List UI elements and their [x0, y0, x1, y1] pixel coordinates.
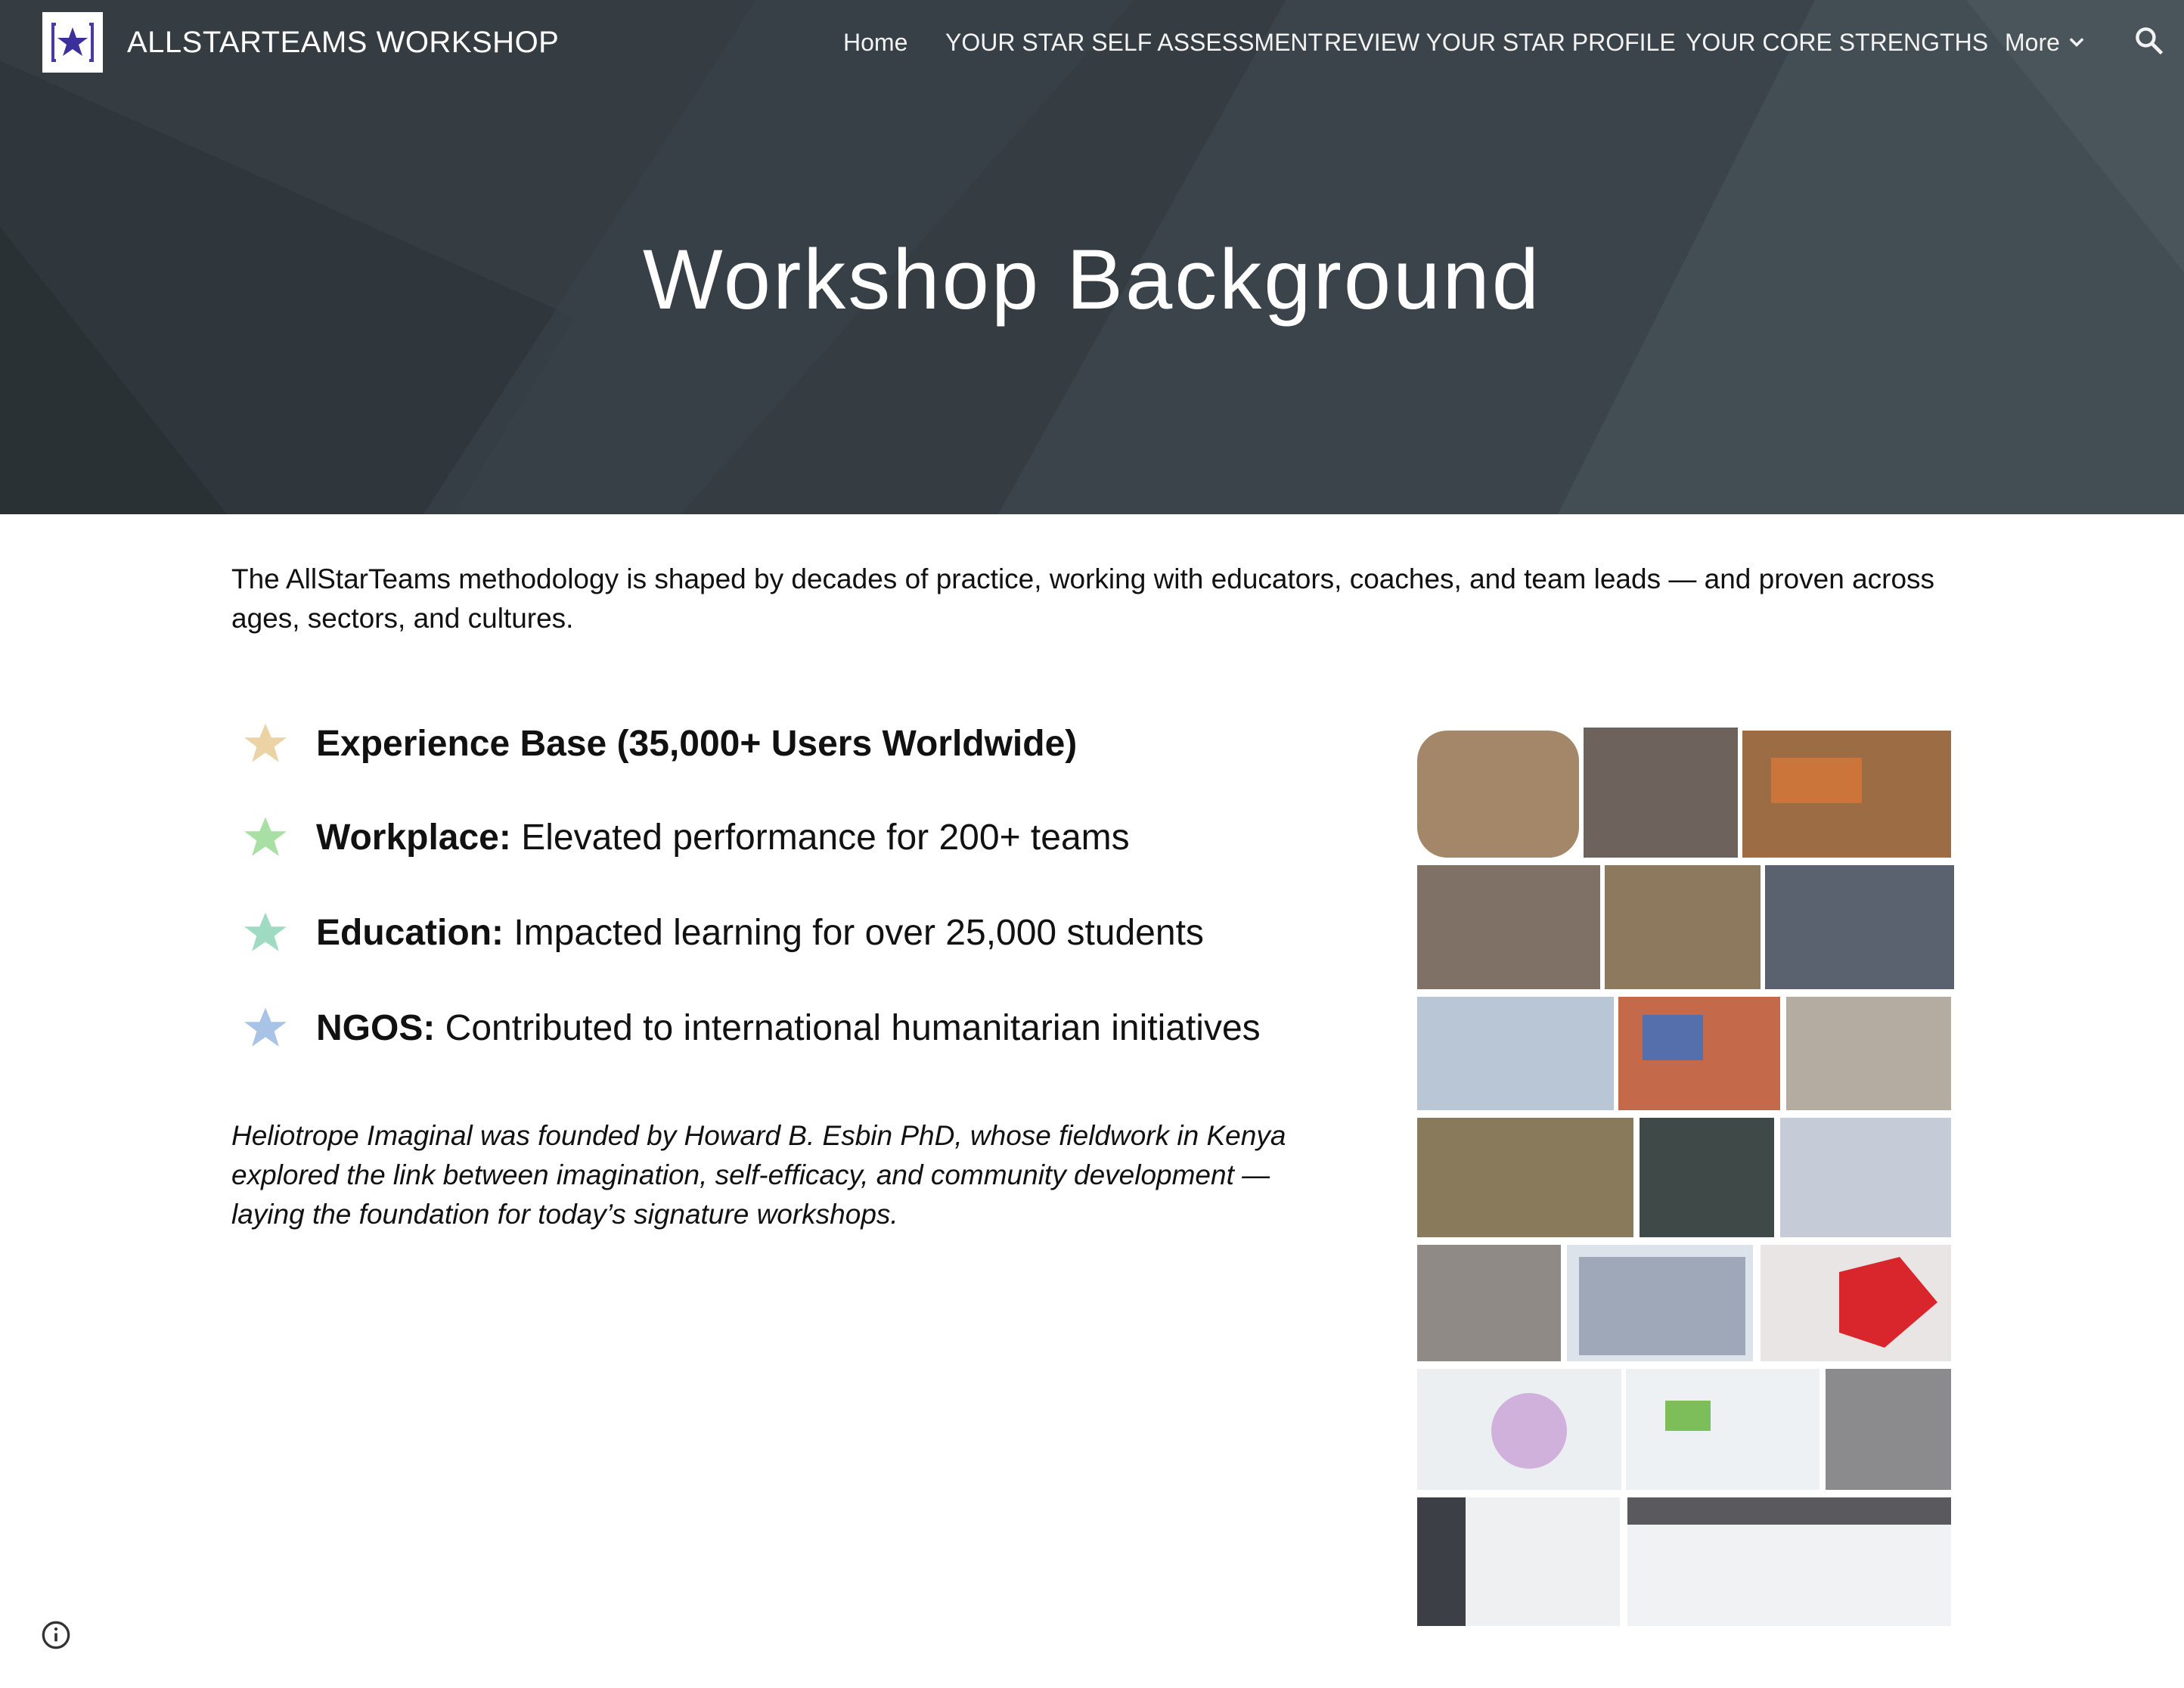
- nav-core-strengths[interactable]: YOUR CORE STRENGTHS: [1686, 23, 1988, 62]
- stat-text-ngos: Contributed to international humanitaria…: [435, 1007, 1261, 1048]
- blue-star-icon: [244, 1007, 287, 1047]
- info-icon[interactable]: [41, 1620, 71, 1650]
- nav-home[interactable]: Home: [843, 23, 907, 62]
- gold-star-icon: [244, 723, 287, 762]
- intro-paragraph: The AllStarTeams methodology is shaped b…: [231, 563, 1935, 634]
- stat-text-workplace: Elevated performance for 200+ teams: [510, 817, 1130, 858]
- stat-heading-row: Experience Base (35,000+ Users Worldwide…: [242, 720, 1077, 767]
- nav-more[interactable]: More: [2005, 23, 2087, 62]
- site-logo[interactable]: [42, 12, 103, 73]
- stat-text-education: Impacted learning for over 25,000 studen…: [504, 912, 1204, 953]
- top-navigation-bar: ALLSTARTEAMS WORKSHOP Home YOUR STAR SEL…: [0, 0, 2184, 86]
- stat-key-workplace: Workplace:: [316, 817, 511, 858]
- nav-more-label: More: [2005, 29, 2060, 56]
- stat-key-education: Education:: [316, 912, 504, 953]
- green-star-icon: [244, 817, 287, 856]
- stat-heading: Experience Base (35,000+ Users Worldwide…: [316, 723, 1078, 764]
- hero-banner: ALLSTARTEAMS WORKSHOP Home YOUR STAR SEL…: [0, 0, 2184, 514]
- teal-star-icon: [244, 912, 287, 951]
- star-logo-icon: [51, 21, 94, 64]
- search-icon[interactable]: [2133, 24, 2166, 57]
- founder-note: Heliotrope Imaginal was founded by Howar…: [231, 1120, 1286, 1230]
- workshop-photo-collage: [1416, 728, 1956, 1635]
- stat-row-ngos: NGOS: Contributed to international human…: [242, 1004, 1261, 1051]
- stat-row-workplace: Workplace: Elevated performance for 200+…: [242, 814, 1130, 861]
- chevron-down-icon: [2069, 38, 2084, 47]
- site-title[interactable]: ALLSTARTEAMS WORKSHOP: [127, 21, 559, 64]
- page-title: Workshop Background: [643, 232, 1541, 327]
- stat-row-education: Education: Impacted learning for over 25…: [242, 909, 1204, 956]
- nav-review-star-profile[interactable]: REVIEW YOUR STAR PROFILE: [1324, 23, 1676, 62]
- nav-star-self-assessment[interactable]: YOUR STAR SELF ASSESSMENT: [945, 23, 1323, 62]
- stat-key-ngos: NGOS:: [316, 1007, 436, 1048]
